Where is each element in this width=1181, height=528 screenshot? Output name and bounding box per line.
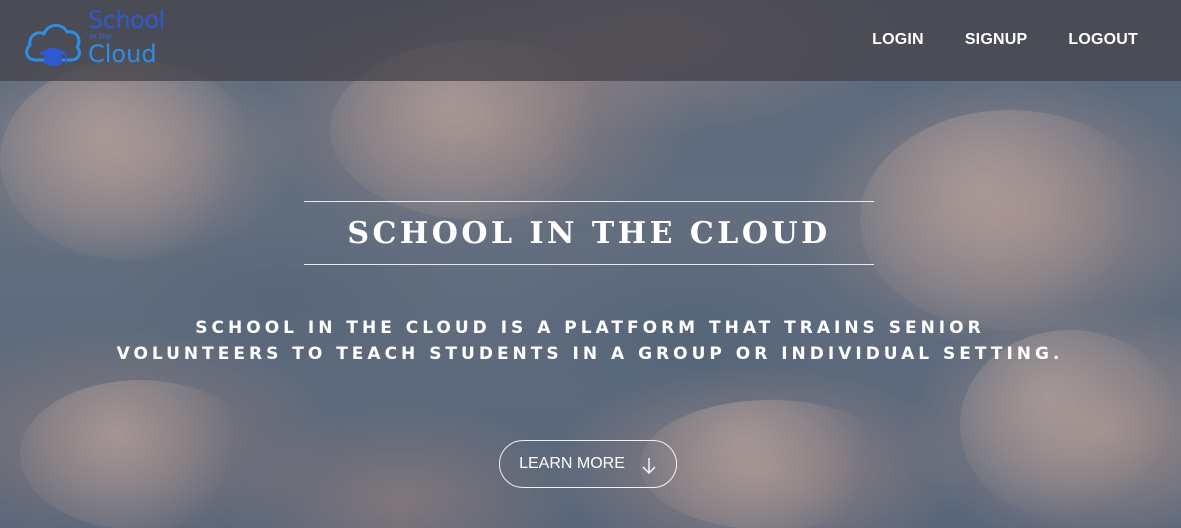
- learn-more-button[interactable]: LEARN MORE: [499, 440, 677, 488]
- nav-login-link[interactable]: LOGIN: [872, 31, 924, 49]
- nav-logout-link[interactable]: LOGOUT: [1068, 31, 1138, 49]
- hero-title: SCHOOL IN THE CLOUD: [347, 215, 831, 251]
- logo-text-cloud: Cloud: [88, 40, 157, 68]
- logo-wordmark: School in the Cloud: [88, 8, 165, 66]
- cloud-graduation-cap-icon: [25, 24, 81, 66]
- nav-menu: LOGIN SIGNUP LOGOUT: [872, 31, 1138, 49]
- learn-more-label: LEARN MORE: [519, 455, 625, 472]
- cloud-decoration: [640, 400, 900, 528]
- cloud-decoration: [20, 380, 260, 528]
- nav-signup-link[interactable]: SIGNUP: [965, 31, 1028, 49]
- arrow-down-icon: [642, 457, 656, 474]
- hero-title-frame: SCHOOL IN THE CLOUD: [304, 201, 874, 265]
- cloud-decoration: [0, 60, 260, 260]
- cloud-decoration: [860, 110, 1160, 330]
- logo-text-school: School: [88, 6, 165, 34]
- top-navbar: School in the Cloud LOGIN SIGNUP LOGOUT: [0, 0, 1181, 81]
- site-logo[interactable]: School in the Cloud: [22, 8, 172, 74]
- hero-description: SCHOOL IN THE CLOUD IS A PLATFORM THAT T…: [116, 318, 1064, 364]
